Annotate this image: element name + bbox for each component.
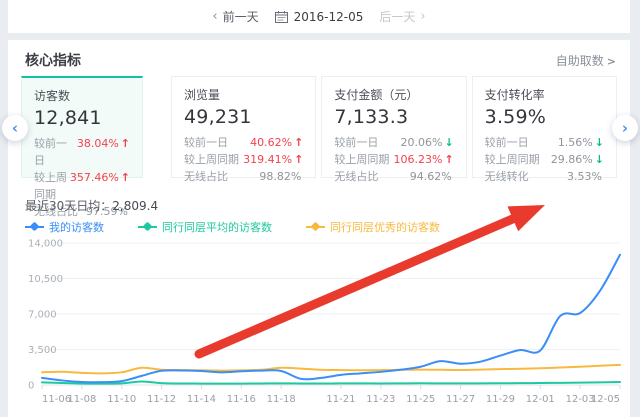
metric-value: 3.59%	[485, 106, 604, 128]
trend-average-caption: 最近30天日均：2,809.4	[25, 197, 158, 214]
prev-day-button[interactable]: ‹ 前一天	[212, 8, 258, 25]
chevron-right-icon: ›	[622, 119, 628, 137]
cards-scroll-right-button[interactable]: ›	[612, 115, 638, 141]
svg-text:11-29: 11-29	[486, 394, 515, 405]
svg-text:10,500: 10,500	[28, 274, 63, 285]
metric-row: 较上周同期 319.41%↑	[184, 151, 303, 168]
svg-text:11-12: 11-12	[147, 394, 176, 405]
metric-row: 较上周同期 106.23%↑	[334, 151, 453, 168]
caret-right-icon: >	[607, 55, 616, 68]
metric-title: 支付金额（元）	[334, 86, 453, 103]
metric-card-payment-amount[interactable]: 支付金额（元） 7,133.3 较前一日 20.06%↓ 较上周同期 106.2…	[321, 76, 466, 178]
legend-line-marker-icon	[306, 226, 325, 228]
metric-row: 较上周同期 29.86%↓	[485, 151, 604, 168]
date-nav-bar: ‹ 前一天 2016-12-05 后一天 ›	[8, 0, 630, 33]
svg-text:11-23: 11-23	[366, 394, 395, 405]
metric-row: 无线占比 98.82%	[184, 168, 303, 185]
svg-text:14,000: 14,000	[28, 239, 63, 250]
svg-text:11-14: 11-14	[187, 394, 216, 405]
trend-arrow-icon: ↓	[444, 136, 453, 149]
metric-value: 12,841	[34, 107, 130, 129]
metric-row: 无线转化 3.53%	[485, 168, 604, 185]
svg-text:0: 0	[28, 381, 34, 392]
metric-card-visitors[interactable]: 访客数 12,841 较前一日 38.04%↑ 较上周同期 357.46%↑ 无…	[21, 76, 143, 178]
section-header: 核心指标 自助取数>	[25, 50, 616, 70]
svg-text:12-01: 12-01	[526, 394, 555, 405]
metric-value: 7,133.3	[334, 106, 453, 128]
metric-value: 49,231	[184, 106, 303, 128]
legend-item-peer-average[interactable]: 同行同层平均的访客数	[138, 219, 272, 235]
metric-card-conversion-rate[interactable]: 支付转化率 3.59% 较前一日 1.56%↓ 较上周同期 29.86%↓ 无线…	[472, 76, 617, 178]
metric-row: 较前一日 20.06%↓	[334, 134, 453, 151]
metric-row: 较前一日 38.04%↑	[34, 135, 130, 169]
svg-text:11-10: 11-10	[107, 394, 136, 405]
trend-arrow-icon: ↑	[294, 153, 303, 166]
svg-text:3,500: 3,500	[28, 345, 57, 356]
svg-text:7,000: 7,000	[28, 310, 57, 321]
trend-arrow-icon: ↑	[294, 136, 303, 149]
svg-text:11-27: 11-27	[446, 394, 475, 405]
chart-legend: 我的访客数 同行同层平均的访客数 同行同层优秀的访客数	[25, 219, 474, 235]
trend-arrow-icon: ↓	[595, 136, 604, 149]
metric-title: 支付转化率	[485, 86, 604, 103]
metric-row: 无线占比 94.62%	[334, 168, 453, 185]
svg-text:11-16: 11-16	[227, 394, 256, 405]
cards-scroll-left-button[interactable]: ‹	[2, 115, 28, 141]
next-day-button[interactable]: 后一天 ›	[379, 8, 425, 25]
metric-title: 访客数	[34, 87, 130, 104]
legend-line-marker-icon	[25, 226, 44, 228]
trend-average-value: 2,809.4	[112, 199, 158, 213]
self-service-data-link[interactable]: 自助取数>	[556, 52, 616, 69]
metric-card-pageviews[interactable]: 浏览量 49,231 较前一日 40.62%↑ 较上周同期 319.41%↑ 无…	[171, 76, 316, 178]
calendar-icon	[275, 11, 288, 23]
legend-item-my-visitors[interactable]: 我的访客数	[25, 219, 104, 235]
trend-arrow-icon: ↑	[444, 153, 453, 166]
trend-arrow-icon: ↑	[121, 171, 130, 184]
chevron-left-icon: ‹	[212, 9, 217, 24]
next-day-label: 后一天	[379, 8, 415, 25]
prev-day-label: 前一天	[223, 8, 259, 25]
visitors-trend-chart: 03,5007,00010,50014,00011-0611-0811-1011…	[8, 238, 630, 412]
legend-line-marker-icon	[138, 226, 157, 228]
metric-card-row: 访客数 12,841 较前一日 38.04%↑ 较上周同期 357.46%↑ 无…	[21, 76, 617, 178]
current-date: 2016-12-05	[294, 10, 364, 24]
core-metrics-panel: 核心指标 自助取数> 访客数 12,841 较前一日 38.04%↑ 较上周同期…	[8, 40, 630, 417]
chevron-right-icon: ›	[420, 9, 425, 24]
svg-text:12-05: 12-05	[591, 394, 620, 405]
svg-text:11-18: 11-18	[267, 394, 296, 405]
svg-text:11-25: 11-25	[406, 394, 435, 405]
section-title: 核心指标	[25, 50, 81, 70]
svg-text:11-08: 11-08	[67, 394, 96, 405]
trend-arrow-icon: ↓	[595, 153, 604, 166]
metric-row: 较前一日 40.62%↑	[184, 134, 303, 151]
date-picker[interactable]: 2016-12-05	[275, 10, 364, 24]
trend-arrow-icon: ↑	[121, 137, 130, 150]
chevron-left-icon: ‹	[12, 119, 18, 137]
metric-row: 较前一日 1.56%↓	[485, 134, 604, 151]
svg-text:11-21: 11-21	[326, 394, 355, 405]
legend-item-peer-excellent[interactable]: 同行同层优秀的访客数	[306, 219, 440, 235]
metric-title: 浏览量	[184, 86, 303, 103]
